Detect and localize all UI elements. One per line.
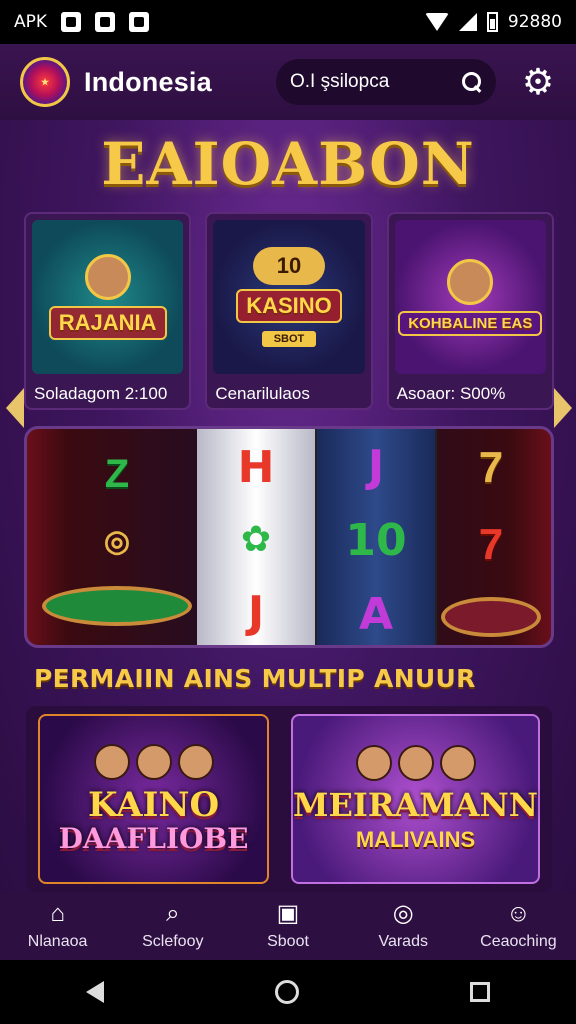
slot-machine-banner[interactable]: Z ◎ H ✿ J J 10 A 7 7 — [24, 426, 554, 648]
carousel-next-icon[interactable] — [554, 388, 572, 428]
recent-apps-icon[interactable] — [470, 982, 491, 1002]
home-circle-icon[interactable] — [274, 980, 299, 1004]
promo-caption: Cenarilulaos — [215, 384, 310, 403]
nav-item-search[interactable]: ⌕ Sclefooy — [115, 892, 230, 960]
coin-icon: ◎ — [103, 524, 131, 558]
slot-right-decoration: 7 7 — [431, 429, 551, 645]
profile-icon: ☺ — [506, 900, 531, 927]
system-nav-bar — [0, 960, 576, 1024]
search-icon[interactable] — [462, 72, 482, 92]
character-avatar — [84, 254, 131, 300]
status-clock: 92880 — [507, 12, 562, 32]
games-row: KAINO DAAFLIOBE MEIRAMANN MALIVAINS — [26, 706, 552, 892]
nav-label: Nlanaoa — [27, 933, 88, 950]
promo-card[interactable]: KOHBALINE EAS Asoaor: S00% — [386, 212, 554, 410]
character-group — [93, 744, 214, 781]
promo-card[interactable]: 10 KASINO SBOT Cenarilulaos — [205, 212, 373, 410]
game-title: KAINO — [87, 785, 220, 826]
home-icon: ⌂ — [50, 900, 65, 927]
character-group — [355, 745, 476, 782]
slot-left-decoration: Z ◎ — [37, 439, 197, 639]
reel-symbol: J — [247, 586, 265, 638]
status-carrier: APK — [14, 12, 48, 32]
reel-symbol: 7 — [478, 519, 504, 569]
reel-symbol: J — [367, 440, 385, 492]
status-bar: APK 92880 — [0, 0, 576, 44]
promo-badge: SBOT — [261, 331, 317, 347]
wifi-icon — [424, 13, 449, 31]
reel-symbol: 10 — [345, 514, 407, 566]
promo-row: RAJANIA Soladagom 2:100 10 KASINO SBOT C… — [24, 212, 554, 410]
promo-art-text: KOHBALINE EAS — [398, 310, 543, 336]
notification-icon — [95, 12, 116, 32]
game-card[interactable]: MEIRAMANN MALIVAINS — [291, 714, 540, 884]
reel-symbol: 7 — [478, 442, 504, 492]
reel-symbol: H — [237, 442, 275, 494]
promo-caption: Asoaor: S00% — [396, 384, 506, 403]
promo-image: 10 KASINO SBOT — [213, 220, 365, 374]
game-subtitle: MALIVAINS — [355, 826, 476, 852]
promo-card[interactable]: RAJANIA Soladagom 2:100 — [24, 212, 192, 410]
nav-label: Ceaoching — [480, 933, 557, 950]
game-title-line2: DAAFLIOBE — [58, 822, 249, 856]
reel-symbol: A — [358, 588, 394, 640]
promo-image: RAJANIA — [32, 220, 184, 374]
battery-icon — [486, 12, 498, 32]
character-avatar — [447, 258, 494, 305]
search-text: O.I şsilopca — [290, 71, 390, 92]
slot-symbol: Z — [104, 452, 130, 497]
back-icon[interactable] — [85, 981, 104, 1003]
main-content: EAIOABON RAJANIA Soladagom 2:100 10 KASI… — [0, 120, 576, 960]
reel-2: J 10 A — [317, 429, 437, 645]
section-title: PERMAIIN AINS MULTIP ANUUR — [34, 664, 476, 693]
game-card[interactable]: KAINO DAAFLIOBE — [38, 714, 270, 884]
nav-item-wallet[interactable]: ▣ Sboot — [230, 892, 345, 960]
app-logo-icon[interactable]: ★ — [20, 57, 70, 107]
promo-art-text: RAJANIA — [48, 306, 167, 340]
search-input[interactable]: O.I şsilopca — [276, 59, 496, 105]
card-table — [441, 597, 541, 638]
nav-item-chat[interactable]: ◎ Varads — [346, 892, 461, 960]
promo-art-text: KASINO — [236, 289, 342, 323]
bottom-nav: ⌂ Nlanaoa ⌕ Sclefooy ▣ Sboot ◎ Varads ☺ … — [0, 892, 576, 960]
reel-1: H ✿ J — [197, 429, 317, 645]
notification-icon — [61, 12, 82, 32]
notification-icon — [129, 12, 150, 32]
search-icon: ⌕ — [166, 900, 180, 927]
gear-icon[interactable]: ⚙ — [520, 64, 556, 100]
promo-image: KOHBALINE EAS — [394, 220, 546, 374]
nav-label: Sboot — [267, 933, 309, 950]
game-title: MEIRAMANN — [293, 786, 538, 825]
slot-reels: H ✿ J J 10 A — [197, 429, 437, 645]
frog-icon: ✿ — [240, 519, 272, 561]
wallet-icon: ▣ — [276, 900, 300, 927]
chat-icon: ◎ — [392, 900, 414, 927]
nav-label: Varads — [378, 933, 428, 950]
carousel-prev-icon[interactable] — [6, 388, 24, 428]
signal-icon — [458, 13, 477, 31]
promo-art-number: 10 — [252, 247, 326, 285]
brand-title: Indonesia — [84, 66, 212, 97]
app-header: ★ Indonesia O.I şsilopca ⚙ — [0, 44, 576, 120]
promo-caption: Soladagom 2:100 — [34, 384, 168, 403]
nav-item-home[interactable]: ⌂ Nlanaoa — [0, 892, 115, 960]
nav-item-profile[interactable]: ☺ Ceaoching — [461, 892, 576, 960]
card-table — [42, 585, 192, 626]
hero-title: EAIOABON — [101, 130, 475, 198]
nav-label: Sclefooy — [142, 933, 204, 950]
